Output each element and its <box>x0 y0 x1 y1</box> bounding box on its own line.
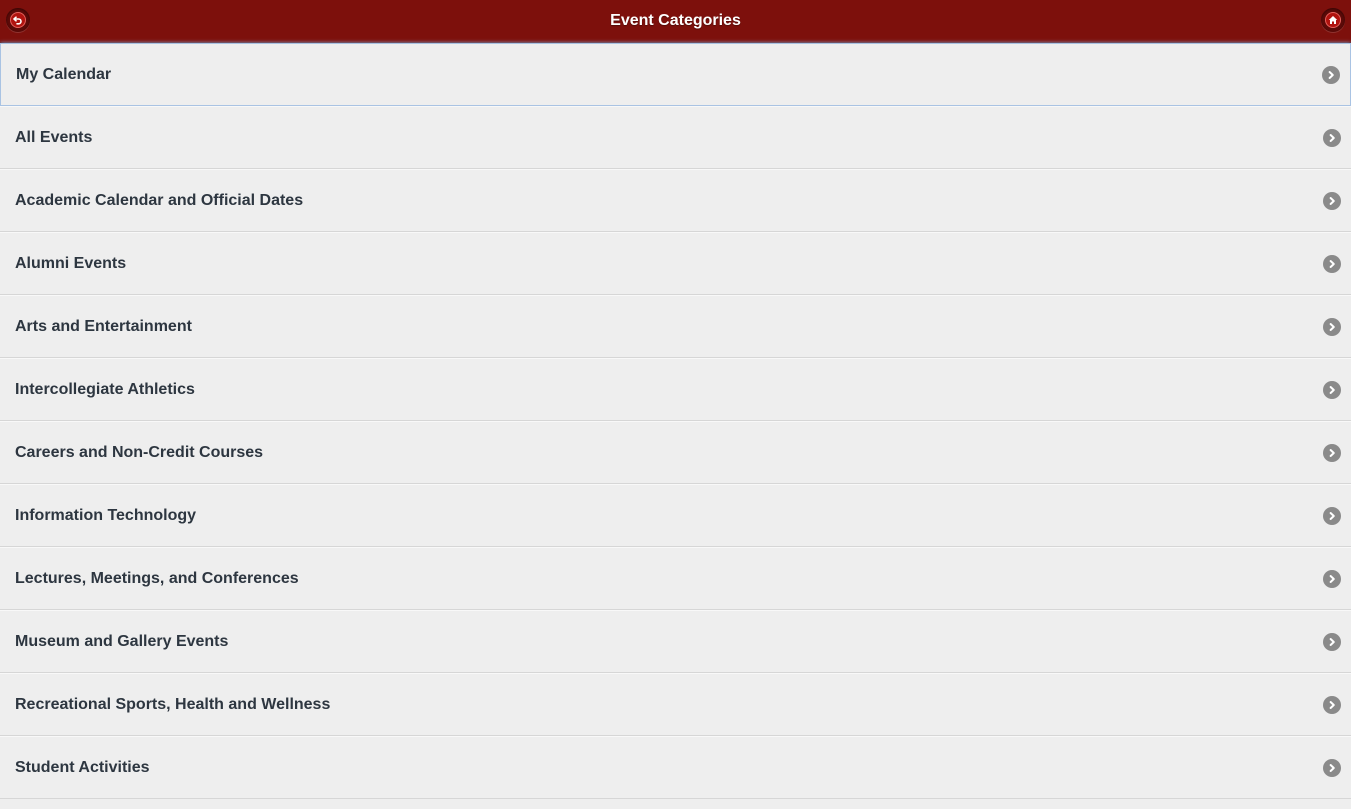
chevron-right-icon <box>1323 633 1341 651</box>
category-list: My Calendar All Events Academic Calendar a… <box>0 43 1351 799</box>
list-item-label: Careers and Non-Credit Courses <box>15 444 264 461</box>
chevron-right-icon <box>1323 255 1341 273</box>
list-item-label: Academic Calendar and Official Dates <box>15 192 304 209</box>
home-icon <box>1325 12 1341 28</box>
list-item[interactable]: Lectures, Meetings, and Conferences <box>0 547 1351 610</box>
list-item[interactable]: Museum and Gallery Events <box>0 610 1351 673</box>
list-item[interactable]: Intercollegiate Athletics <box>0 358 1351 421</box>
list-item[interactable]: All Events <box>0 106 1351 169</box>
list-item[interactable]: Academic Calendar and Official Dates <box>0 169 1351 232</box>
list-item-label: Alumni Events <box>15 255 127 272</box>
list-item[interactable]: Information Technology <box>0 484 1351 547</box>
list-item[interactable]: My Calendar <box>0 43 1351 106</box>
list-item-label: Recreational Sports, Health and Wellness <box>15 696 331 713</box>
list-item-label: My Calendar <box>16 66 112 83</box>
chevron-right-icon <box>1323 381 1341 399</box>
list-item[interactable]: Recreational Sports, Health and Wellness <box>0 673 1351 736</box>
chevron-right-icon <box>1322 66 1340 84</box>
list-item[interactable]: Alumni Events <box>0 232 1351 295</box>
chevron-right-icon <box>1323 570 1341 588</box>
chevron-right-icon <box>1323 192 1341 210</box>
list-item-label: Information Technology <box>15 507 197 524</box>
list-item[interactable]: Careers and Non-Credit Courses <box>0 421 1351 484</box>
list-item[interactable]: Arts and Entertainment <box>0 295 1351 358</box>
page-title: Event Categories <box>610 12 741 29</box>
list-item-label: Museum and Gallery Events <box>15 633 229 650</box>
chevron-right-icon <box>1323 696 1341 714</box>
header-bar: Event Categories <box>0 0 1351 43</box>
chevron-right-icon <box>1323 318 1341 336</box>
home-button[interactable] <box>1321 8 1345 32</box>
list-item-label: Intercollegiate Athletics <box>15 381 195 398</box>
list-item-label: All Events <box>15 129 93 146</box>
list-item[interactable]: Student Activities <box>0 736 1351 799</box>
chevron-right-icon <box>1323 129 1341 147</box>
chevron-right-icon <box>1323 759 1341 777</box>
list-item-label: Lectures, Meetings, and Conferences <box>15 570 299 587</box>
chevron-right-icon <box>1323 444 1341 462</box>
list-item-label: Student Activities <box>15 759 150 776</box>
chevron-right-icon <box>1323 507 1341 525</box>
list-item-label: Arts and Entertainment <box>15 318 192 335</box>
